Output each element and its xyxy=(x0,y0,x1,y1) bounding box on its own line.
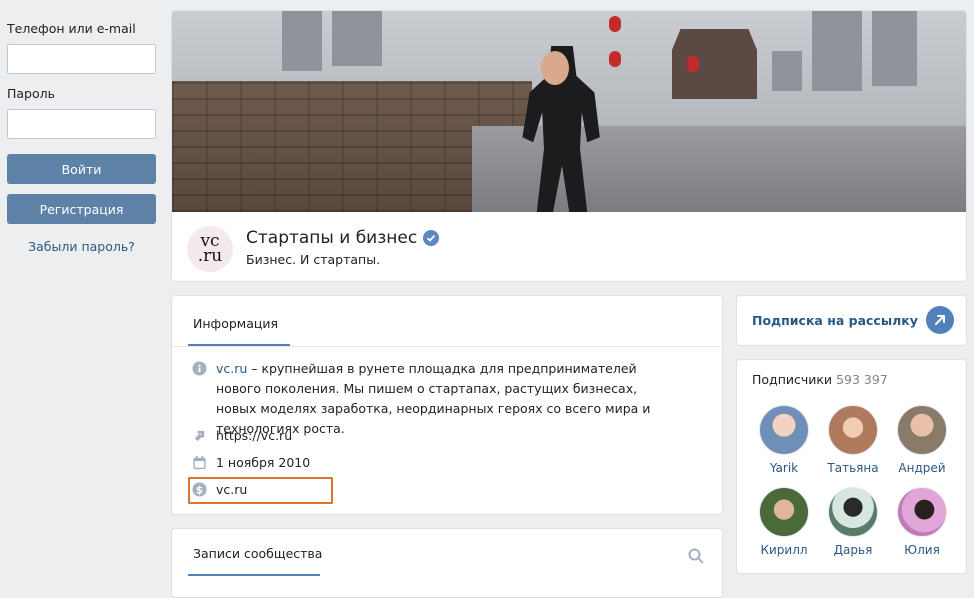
group-avatar[interactable]: vc .ru xyxy=(187,226,233,272)
description-link[interactable]: vc.ru xyxy=(216,361,247,376)
member-item[interactable]: Татьяна xyxy=(822,405,884,475)
search-icon[interactable] xyxy=(688,548,704,564)
tab-active-indicator xyxy=(188,574,320,576)
member-name[interactable]: Дарья xyxy=(822,543,884,557)
password-input[interactable] xyxy=(7,109,156,139)
avatar[interactable] xyxy=(897,487,947,537)
member-item[interactable]: Юлия xyxy=(891,487,953,557)
member-name[interactable]: Андрей xyxy=(891,461,953,475)
subscribe-button[interactable] xyxy=(926,306,954,334)
verified-check-icon xyxy=(423,230,440,246)
link-arrow-icon xyxy=(194,430,205,442)
info-icon xyxy=(192,361,207,376)
forgot-password-link[interactable]: Забыли пароль? xyxy=(7,239,156,254)
password-label: Пароль xyxy=(7,86,55,101)
cover-image xyxy=(172,11,966,212)
phone-label: Телефон или e-mail xyxy=(7,21,136,36)
website-row: https://vc.ru xyxy=(192,426,292,446)
register-button[interactable]: Регистрация xyxy=(7,194,156,224)
member-name[interactable]: Yarik xyxy=(753,461,815,475)
description-text: – крупнейшая в рунете площадка для предп… xyxy=(216,361,651,436)
info-card: Информация vc.ru – крупнейшая в рунете п… xyxy=(171,295,723,515)
member-name[interactable]: Кирилл xyxy=(753,543,815,557)
member-item[interactable]: Дарья xyxy=(822,487,884,557)
phone-input[interactable] xyxy=(7,44,156,74)
tab-info[interactable]: Информация xyxy=(193,316,278,331)
group-status: Бизнес. И стартапы. xyxy=(246,252,381,267)
avatar[interactable] xyxy=(897,405,947,455)
login-button[interactable]: Войти xyxy=(7,154,156,184)
group-header-card: vc .ru Стартапы и бизнес Бизнес. И старт… xyxy=(171,10,967,282)
group-title-text: Стартапы и бизнес xyxy=(246,228,418,248)
member-item[interactable]: Кирилл xyxy=(753,487,815,557)
avatar[interactable] xyxy=(828,487,878,537)
members-title-text: Подписчики xyxy=(752,372,833,387)
website-link[interactable]: https://vc.ru xyxy=(216,426,292,446)
member-name[interactable]: Юлия xyxy=(891,543,953,557)
founded-date: 1 ноября 2010 xyxy=(216,455,311,470)
logo-text-bottom: .ru xyxy=(197,246,223,266)
members-card: Подписчики 593 397 Yarik Татьяна Андрей К… xyxy=(736,359,967,574)
avatar[interactable] xyxy=(828,405,878,455)
avatar[interactable] xyxy=(759,405,809,455)
subscribe-label[interactable]: Подписка на рассылку xyxy=(752,313,918,328)
member-item[interactable]: Yarik xyxy=(753,405,815,475)
avatar[interactable] xyxy=(759,487,809,537)
group-title: Стартапы и бизнес xyxy=(246,228,440,248)
posts-card: Записи сообщества xyxy=(171,528,723,598)
member-name[interactable]: Татьяна xyxy=(822,461,884,475)
divider xyxy=(172,346,722,347)
tab-posts[interactable]: Записи сообщества xyxy=(193,546,322,561)
arrow-up-right-icon xyxy=(935,315,945,325)
founded-row: 1 ноября 2010 xyxy=(192,453,310,473)
calendar-icon xyxy=(193,455,206,470)
highlight-box xyxy=(188,477,333,504)
subscribe-card[interactable]: Подписка на рассылку xyxy=(736,295,967,346)
member-item[interactable]: Андрей xyxy=(891,405,953,475)
members-count: 593 397 xyxy=(836,372,888,387)
members-title[interactable]: Подписчики 593 397 xyxy=(752,372,888,387)
